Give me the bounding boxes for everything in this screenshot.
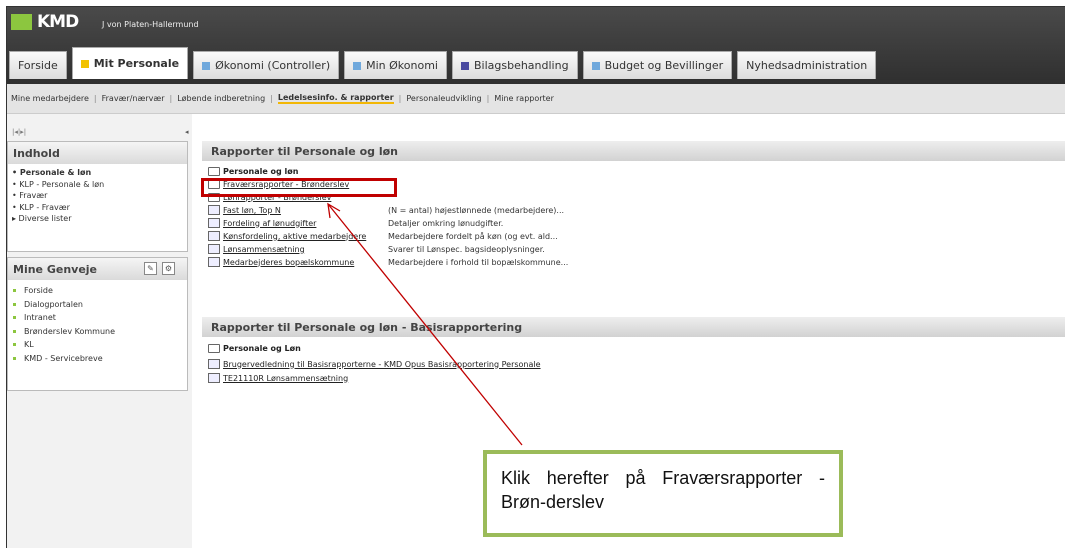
app-window: KMD J von Platen-Hallermund Forside Mit … — [6, 6, 1065, 548]
instruction-callout: Klik herefter på Fraværsrapporter - Brøn… — [483, 450, 843, 537]
arrow-line — [327, 203, 523, 446]
